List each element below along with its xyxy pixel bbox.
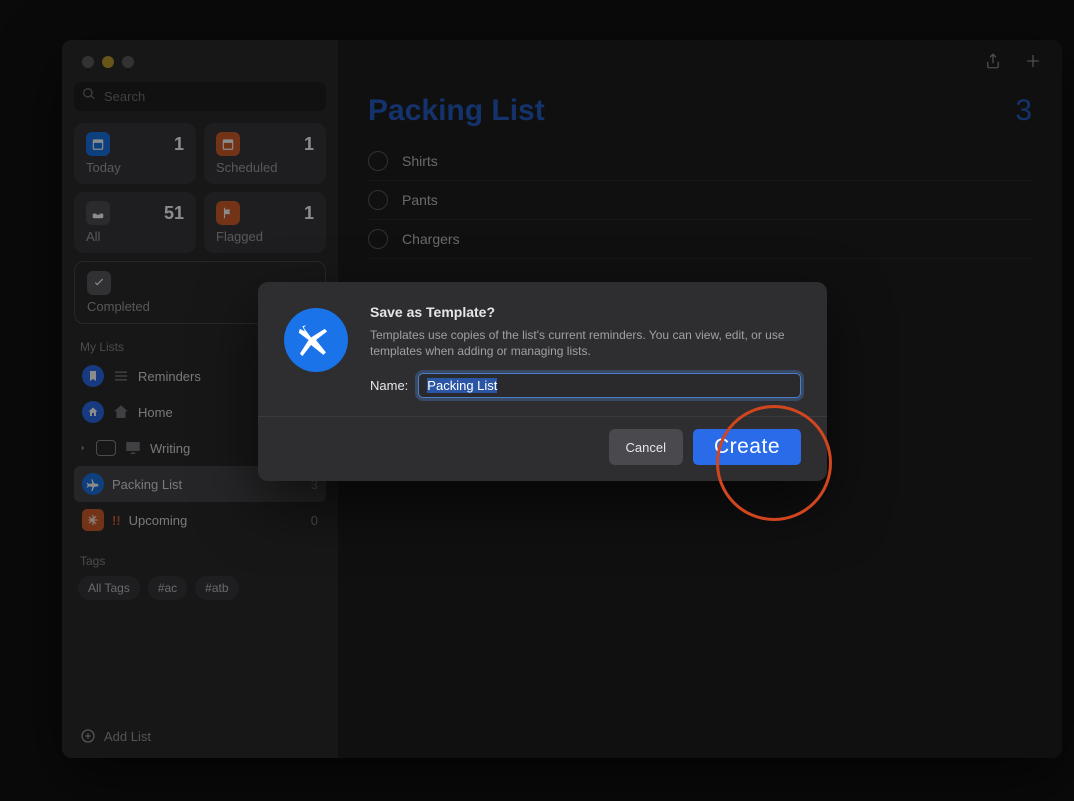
sidebar-item-upcoming[interactable]: !! Upcoming 0 bbox=[74, 502, 326, 538]
checkbox-icon[interactable] bbox=[368, 229, 388, 249]
smart-today[interactable]: 1 Today bbox=[74, 123, 196, 184]
calendar-icon bbox=[216, 132, 240, 156]
chevron-right-icon[interactable] bbox=[78, 443, 88, 453]
plus-circle-icon bbox=[80, 728, 96, 744]
smart-scheduled-label: Scheduled bbox=[216, 160, 314, 175]
smart-today-count: 1 bbox=[174, 134, 184, 155]
tag-all[interactable]: All Tags bbox=[78, 576, 140, 600]
smart-flagged-label: Flagged bbox=[216, 229, 314, 244]
search-input[interactable] bbox=[102, 88, 318, 105]
add-reminder-button[interactable] bbox=[1024, 50, 1042, 77]
smart-scheduled[interactable]: 1 Scheduled bbox=[204, 123, 326, 184]
reminder-item[interactable]: Chargers bbox=[368, 220, 1032, 259]
asterisk-icon bbox=[82, 509, 104, 531]
close-window-button[interactable] bbox=[82, 56, 94, 68]
airplane-icon bbox=[82, 473, 104, 495]
minimize-window-button[interactable] bbox=[102, 56, 114, 68]
plus-icon bbox=[1024, 50, 1042, 72]
list-icon bbox=[112, 367, 130, 385]
section-tags: Tags bbox=[80, 554, 326, 568]
smart-scheduled-count: 1 bbox=[304, 134, 314, 155]
smart-all-count: 51 bbox=[164, 203, 184, 224]
reminder-title: Shirts bbox=[402, 153, 438, 169]
airplane-icon bbox=[284, 308, 348, 372]
sidebar-item-count: 0 bbox=[311, 513, 318, 528]
folder-icon bbox=[96, 440, 116, 456]
tag-ac[interactable]: #ac bbox=[148, 576, 187, 600]
dialog-title: Save as Template? bbox=[370, 304, 801, 320]
priority-icon: !! bbox=[112, 513, 121, 528]
checkbox-icon[interactable] bbox=[368, 151, 388, 171]
smart-all-label: All bbox=[86, 229, 184, 244]
page-count: 3 bbox=[1015, 94, 1032, 128]
check-icon bbox=[87, 271, 111, 295]
smart-flagged-count: 1 bbox=[304, 203, 314, 224]
cancel-button[interactable]: Cancel bbox=[609, 429, 683, 465]
add-list-button[interactable]: Add List bbox=[74, 716, 326, 758]
calendar-icon bbox=[86, 132, 110, 156]
reminder-title: Pants bbox=[402, 192, 438, 208]
tray-icon bbox=[86, 201, 110, 225]
flag-icon bbox=[216, 201, 240, 225]
window-controls bbox=[74, 40, 326, 78]
add-list-label: Add List bbox=[104, 729, 151, 744]
share-button[interactable] bbox=[984, 50, 1002, 77]
share-icon bbox=[984, 50, 1002, 72]
reminder-item[interactable]: Pants bbox=[368, 181, 1032, 220]
tag-row: All Tags #ac #atb bbox=[78, 576, 322, 600]
smart-today-label: Today bbox=[86, 160, 184, 175]
checkbox-icon[interactable] bbox=[368, 190, 388, 210]
reminder-list: Shirts Pants Chargers bbox=[368, 142, 1032, 259]
display-icon bbox=[124, 439, 142, 457]
bookmark-icon bbox=[82, 365, 104, 387]
search-field[interactable] bbox=[74, 82, 326, 111]
name-label: Name: bbox=[370, 378, 408, 393]
house-icon bbox=[112, 403, 130, 421]
search-icon bbox=[82, 87, 96, 106]
sidebar-item-label: Upcoming bbox=[129, 513, 303, 528]
reminder-item[interactable]: Shirts bbox=[368, 142, 1032, 181]
create-button[interactable]: Create bbox=[693, 429, 801, 465]
house-icon bbox=[82, 401, 104, 423]
reminder-title: Chargers bbox=[402, 231, 460, 247]
divider bbox=[258, 416, 827, 417]
smart-flagged[interactable]: 1 Flagged bbox=[204, 192, 326, 253]
smart-all[interactable]: 51 All bbox=[74, 192, 196, 253]
save-template-dialog: Save as Template? Templates use copies o… bbox=[258, 282, 827, 481]
zoom-window-button[interactable] bbox=[122, 56, 134, 68]
tag-atb[interactable]: #atb bbox=[195, 576, 238, 600]
dialog-description: Templates use copies of the list's curre… bbox=[370, 327, 801, 359]
template-name-input[interactable] bbox=[418, 373, 801, 398]
page-title: Packing List bbox=[368, 94, 545, 128]
